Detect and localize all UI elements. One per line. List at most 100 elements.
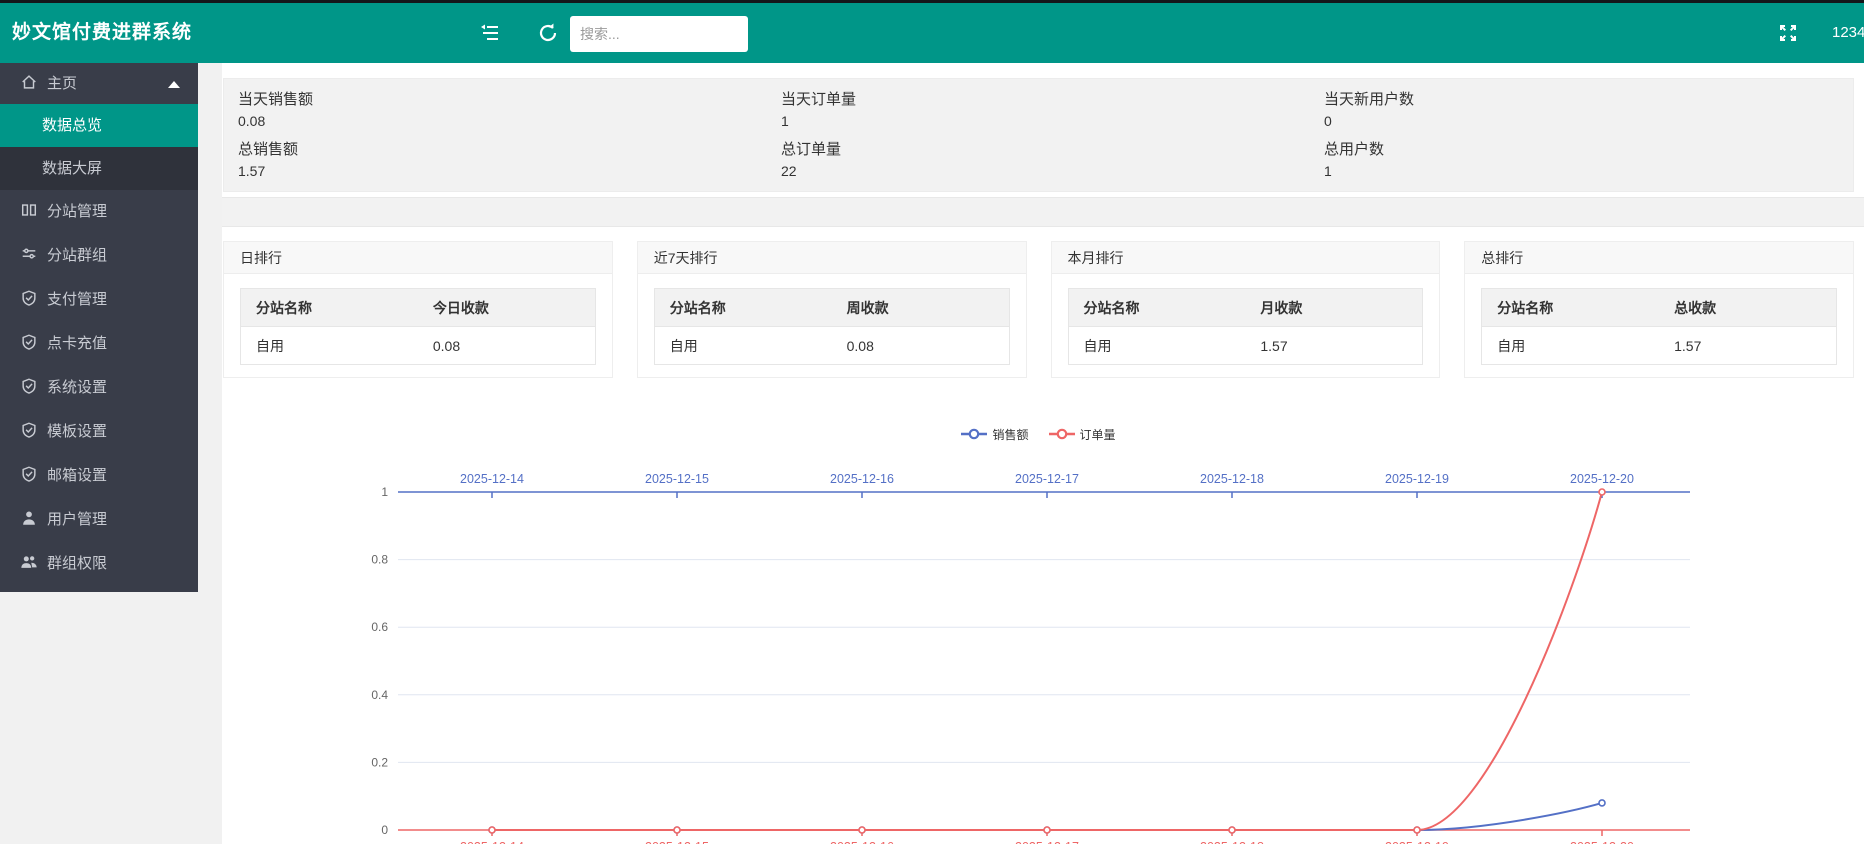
- table-row: 自用0.08: [241, 327, 596, 365]
- sidebar-item-群组权限[interactable]: 群组权限: [0, 542, 198, 586]
- sidebar-item-点卡充值[interactable]: 点卡充值: [0, 322, 198, 366]
- fullscreen-icon[interactable]: [1776, 21, 1800, 45]
- ranking-table: 分站名称周收款自用0.08: [654, 288, 1010, 365]
- card-body: 分站名称月收款自用1.57: [1052, 274, 1440, 365]
- table-cell: 自用: [1068, 327, 1245, 365]
- y-tick-label: 0.8: [371, 553, 388, 567]
- sidebar-item-label: 群组权限: [47, 555, 107, 572]
- sidebar-item-label: 支付管理: [47, 291, 107, 308]
- sidebar-item-label: 分站管理: [47, 203, 107, 220]
- user-icon: [20, 509, 38, 527]
- stat-value: 22: [781, 161, 1310, 181]
- table-header-cell: 周收款: [832, 289, 1009, 327]
- sliders-icon: [20, 245, 38, 263]
- stat-label: 当天新用户数: [1324, 89, 1853, 111]
- bottom-date-label: 2025-12-19: [1385, 840, 1449, 844]
- y-tick-label: 1: [381, 485, 388, 499]
- series-point-订单量: [1044, 827, 1050, 833]
- top-date-label: 2025-12-17: [1015, 472, 1079, 486]
- legend-marker-icon: [1049, 428, 1075, 440]
- sidebar-item-label: 模板设置: [47, 423, 107, 440]
- ranking-table: 分站名称总收款自用1.57: [1481, 288, 1837, 365]
- sidebar-item-主页[interactable]: 主页: [0, 63, 198, 104]
- bottom-date-label: 2025-12-16: [830, 840, 894, 844]
- sidebar-item-模板设置[interactable]: 模板设置: [0, 410, 198, 454]
- sidebar-item-label: 用户管理: [47, 511, 107, 528]
- table-header-cell: 分站名称: [1068, 289, 1245, 327]
- sidebar-menu: 主页数据总览数据大屏分站管理分站群组支付管理点卡充值系统设置模板设置邮箱设置用户…: [0, 63, 198, 592]
- sidebar-item-邮箱设置[interactable]: 邮箱设置: [0, 454, 198, 498]
- table-header-cell: 分站名称: [1482, 289, 1659, 327]
- stats-column: 当天新用户数0 总用户数1: [1310, 79, 1853, 191]
- username-label[interactable]: 12345: [1832, 3, 1864, 63]
- sidebar-item-支付管理[interactable]: 支付管理: [0, 278, 198, 322]
- card-body: 分站名称今日收款自用0.08: [224, 274, 612, 365]
- legend-label: 销售额: [992, 426, 1028, 443]
- series-point-订单量: [1414, 827, 1420, 833]
- sidebar-item-系统设置[interactable]: 系统设置: [0, 366, 198, 410]
- card-title: 总排行: [1465, 242, 1853, 274]
- ranking-card-本月排行: 本月排行分站名称月收款自用1.57: [1051, 241, 1441, 378]
- stat-value: 0: [1324, 111, 1853, 131]
- sidebar-subitem-数据大屏[interactable]: 数据大屏: [0, 147, 198, 190]
- caret-up-icon: [168, 81, 180, 88]
- legend-item-订单量[interactable]: 订单量: [1049, 424, 1116, 444]
- series-point-订单量: [1599, 489, 1605, 495]
- top-date-label: 2025-12-16: [830, 472, 894, 486]
- series-point-订单量: [859, 827, 865, 833]
- ranking-cards-row: 日排行分站名称今日收款自用0.08近7天排行分站名称周收款自用0.08本月排行分…: [223, 241, 1854, 378]
- card-body: 分站名称总收款自用1.57: [1465, 274, 1853, 365]
- series-line-订单量: [492, 492, 1602, 830]
- legend-marker-icon: [961, 428, 987, 440]
- series-point-订单量: [674, 827, 680, 833]
- y-tick-label: 0: [381, 823, 388, 837]
- stat-label: 总订单量: [781, 139, 1310, 161]
- top-header-bar: 妙文馆付费进群系统 12345: [0, 3, 1864, 63]
- card-title: 本月排行: [1052, 242, 1440, 274]
- table-cell: 0.08: [418, 327, 595, 365]
- card-title: 近7天排行: [638, 242, 1026, 274]
- sidebar-subitem-数据总览[interactable]: 数据总览: [0, 104, 198, 147]
- chart-legend: 销售额 订单量: [223, 424, 1854, 444]
- stat-label: 总销售额: [238, 139, 767, 161]
- sidebar-item-分站管理[interactable]: 分站管理: [0, 190, 198, 234]
- top-date-label: 2025-12-15: [645, 472, 709, 486]
- table-header-cell: 分站名称: [654, 289, 831, 327]
- refresh-icon[interactable]: [536, 21, 560, 45]
- shield-check-icon: [20, 377, 38, 395]
- dashboard-page: 妙文馆付费进群系统 12345 主页数据总览数据大屏分站管理分站群组支付管理点卡…: [0, 0, 1864, 844]
- stat-label: 当天销售额: [238, 89, 767, 111]
- stat-value: 1.57: [238, 161, 767, 181]
- table-row: 自用1.57: [1068, 327, 1423, 365]
- home-icon: [20, 73, 38, 91]
- ranking-card-总排行: 总排行分站名称总收款自用1.57: [1464, 241, 1854, 378]
- sidebar-item-label: 分站群组: [47, 247, 107, 264]
- sidebar-submenu: 数据总览数据大屏: [0, 104, 198, 190]
- sidebar-item-用户管理[interactable]: 用户管理: [0, 498, 198, 542]
- line-chart: 00.20.40.60.812025-12-142025-12-152025-1…: [223, 448, 1854, 844]
- sales-orders-chart-panel: 销售额订单量 00.20.40.60.812025-12-142025-12-1…: [223, 408, 1854, 844]
- collapse-menu-icon[interactable]: [478, 21, 502, 45]
- table-row: 自用0.08: [654, 327, 1009, 365]
- top-date-label: 2025-12-14: [460, 472, 524, 486]
- series-point-订单量: [489, 827, 495, 833]
- top-date-label: 2025-12-19: [1385, 472, 1449, 486]
- legend-item-销售额[interactable]: 销售额: [961, 424, 1028, 444]
- stat-label: 总用户数: [1324, 139, 1853, 161]
- shield-check-icon: [20, 333, 38, 351]
- table-header-cell: 月收款: [1245, 289, 1422, 327]
- sidebar-item-label: 系统设置: [47, 379, 107, 396]
- table-cell: 自用: [654, 327, 831, 365]
- table-header-cell: 分站名称: [241, 289, 418, 327]
- shield-check-icon: [20, 421, 38, 439]
- sidebar-item-label: 主页: [47, 75, 77, 92]
- series-point-订单量: [1229, 827, 1235, 833]
- sidebar-item-分站群组[interactable]: 分站群组: [0, 234, 198, 278]
- table-cell: 自用: [1482, 327, 1659, 365]
- app-title: 妙文馆付费进群系统: [12, 3, 192, 63]
- stat-value: 1: [781, 111, 1310, 131]
- divider-band: [222, 197, 1864, 227]
- search-input[interactable]: [570, 16, 748, 52]
- stat-value: 1: [1324, 161, 1853, 181]
- table-cell: 0.08: [832, 327, 1009, 365]
